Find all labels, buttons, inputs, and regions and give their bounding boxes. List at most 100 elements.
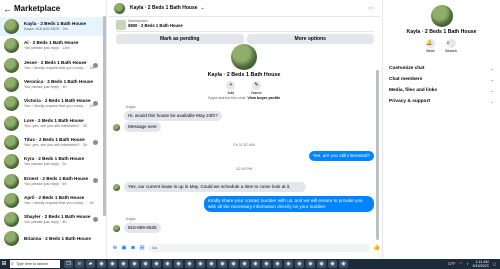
add-label: Add bbox=[227, 91, 235, 95]
chrome-icon[interactable]: ◉ bbox=[97, 260, 106, 268]
add-action[interactable]: + Add bbox=[226, 81, 236, 95]
chrome-icon[interactable]: ◉ bbox=[284, 260, 293, 268]
chrome-icon[interactable]: ◉ bbox=[218, 260, 227, 268]
conversation-item[interactable]: Shayler · 2 Beds 1 Bath House You please … bbox=[0, 210, 106, 229]
customize-chat-row[interactable]: Customize chat ⌄ bbox=[383, 63, 500, 74]
conversation-scrollbar[interactable] bbox=[103, 16, 106, 216]
notification-icon[interactable]: ▢ bbox=[493, 262, 496, 266]
sender-avatar[interactable] bbox=[113, 124, 120, 131]
conversation-item[interactable]: Veronica · 2 Beds 1 Bath House You please… bbox=[0, 75, 106, 94]
conversation-name: Brianna · 2 Beds 1 Bath House bbox=[24, 235, 91, 241]
chat-avatar[interactable] bbox=[114, 2, 125, 14]
outgoing-message[interactable]: Yes, are you still interested? bbox=[308, 151, 374, 161]
task-view-icon[interactable]: ❐ bbox=[64, 260, 73, 268]
conversation-list: Kayla · 2 Beds 1 Bath House Kayla: 816-69… bbox=[0, 17, 106, 249]
conversation-item[interactable]: Jesse · 2 Beds 1 Bath House You: I kindly… bbox=[0, 56, 106, 75]
chrome-icon[interactable]: ◉ bbox=[141, 260, 150, 268]
wifi-icon[interactable]: ◠ bbox=[459, 262, 462, 266]
listing-thumbnail bbox=[116, 20, 126, 30]
mute-action[interactable]: 🔔 Mute bbox=[425, 39, 435, 53]
outgoing-message[interactable]: Kindly share your contact number with us… bbox=[204, 196, 374, 212]
chrome-icon[interactable]: ◉ bbox=[240, 260, 249, 268]
conversation-text: Brianna · 2 Beds 1 Bath House bbox=[24, 236, 102, 242]
clock[interactable]: 1:14 AM 5/15/2023 bbox=[473, 260, 489, 268]
chevron-down-icon: ⌄ bbox=[490, 88, 494, 93]
chrome-icon[interactable]: ◉ bbox=[306, 260, 315, 268]
chrome-icon[interactable]: ◉ bbox=[152, 260, 161, 268]
privacy-support-row[interactable]: Privacy & support ⌄ bbox=[383, 96, 500, 107]
more-options-button[interactable]: More options bbox=[246, 34, 374, 44]
folder-icon[interactable]: ▰ bbox=[86, 260, 95, 268]
seen-avatar bbox=[93, 62, 98, 68]
chrome-icon[interactable]: ◉ bbox=[262, 260, 271, 268]
chat-members-row[interactable]: Chat members ⌄ bbox=[383, 74, 500, 85]
edge-icon[interactable]: e bbox=[75, 260, 84, 268]
conversation-avatar bbox=[4, 96, 19, 112]
sender-avatar[interactable] bbox=[113, 184, 120, 191]
composer: ⊕ ▣ ◙ ▤ Aa 👍 bbox=[108, 243, 380, 253]
view-buyer-profile-link[interactable]: View buyer profile bbox=[247, 96, 280, 100]
sticker-icon[interactable]: ◙ bbox=[130, 245, 136, 251]
info-avatar[interactable] bbox=[430, 5, 453, 27]
conversation-item[interactable]: Victoria · 2 Beds 1 Bath House You: I kin… bbox=[0, 94, 106, 113]
image-icon[interactable]: ▣ bbox=[121, 245, 127, 251]
chrome-icon[interactable]: ◉ bbox=[328, 260, 337, 268]
chrome-icon[interactable]: ◉ bbox=[163, 260, 172, 268]
chrome-icon[interactable]: ◉ bbox=[317, 260, 326, 268]
conversation-text: Jesse · 2 Beds 1 Bath House You: I kindly… bbox=[24, 60, 102, 71]
conversation-item[interactable]: Kyra · 2 Beds 1 Bath House You please jus… bbox=[0, 152, 106, 171]
chrome-icon[interactable]: ◉ bbox=[295, 260, 304, 268]
chat-title[interactable]: Kayla · 2 Beds 1 Bath House bbox=[130, 5, 198, 11]
chat-scrollbar[interactable] bbox=[376, 70, 379, 240]
sender-avatar[interactable] bbox=[113, 225, 120, 232]
info-name: Kayla · 2 Beds 1 Bath House bbox=[406, 29, 477, 35]
info-actions: 🔔 Mute ⌕ Search bbox=[383, 39, 500, 53]
conversation-text: Titus · 2 Beds 1 Bath House You: yes, are… bbox=[24, 137, 102, 148]
windows-start-icon[interactable]: ⊞ bbox=[0, 259, 8, 269]
conversation-item[interactable]: Brianna · 2 Beds 1 Bath House bbox=[0, 229, 106, 248]
gif-icon[interactable]: ▤ bbox=[139, 245, 145, 251]
back-arrow-icon[interactable]: ← bbox=[3, 4, 12, 14]
taskbar-search[interactable]: Type here to search bbox=[10, 260, 60, 268]
more-icon[interactable]: ⋯ bbox=[367, 4, 374, 12]
chrome-icon[interactable]: ◉ bbox=[339, 260, 348, 268]
name-action[interactable]: ✎ Name bbox=[251, 81, 262, 95]
media-files-links-label: Media, files and links bbox=[389, 88, 437, 93]
chrome-icon[interactable]: ◉ bbox=[119, 260, 128, 268]
conversation-avatar bbox=[4, 77, 19, 93]
conversation-item[interactable]: April · 2 Beds 1 Bath House You: I kindly… bbox=[0, 191, 106, 210]
chrome-icon[interactable]: ◉ bbox=[130, 260, 139, 268]
chrome-icon[interactable]: ◉ bbox=[207, 260, 216, 268]
profile-avatar[interactable] bbox=[231, 44, 257, 70]
conversation-item[interactable]: Titus · 2 Beds 1 Bath House You: yes, are… bbox=[0, 133, 106, 152]
media-files-links-row[interactable]: Media, files and links ⌄ bbox=[383, 85, 500, 96]
pencil-icon: ✎ bbox=[251, 81, 261, 90]
conversation-item[interactable]: Kayla · 2 Beds 1 Bath House Kayla: 816-69… bbox=[0, 17, 106, 37]
weather-temp[interactable]: 72°F bbox=[448, 262, 456, 266]
volume-icon[interactable]: ◖ bbox=[466, 262, 468, 266]
like-icon[interactable]: 👍 bbox=[373, 245, 380, 251]
chrome-icon[interactable]: ◉ bbox=[108, 260, 117, 268]
chrome-icon[interactable]: ◉ bbox=[251, 260, 260, 268]
conversation-item[interactable]: Ai · 2 Beds 1 Bath House You please just … bbox=[0, 36, 106, 55]
message-sender: Kayla bbox=[126, 217, 136, 221]
chrome-icon[interactable]: ◉ bbox=[174, 260, 183, 268]
chrome-icon[interactable]: ◉ bbox=[196, 260, 205, 268]
chevron-down-icon[interactable]: ⌄ bbox=[201, 5, 205, 11]
incoming-message[interactable]: Hi, would this house be available May 24… bbox=[124, 111, 222, 121]
message-input[interactable]: Aa bbox=[148, 244, 370, 252]
incoming-message[interactable]: 816-699-6525 bbox=[124, 223, 161, 233]
conversation-item[interactable]: Lore · 2 Beds 1 Bath House You: yes, are … bbox=[0, 113, 106, 132]
chrome-icon[interactable]: ◉ bbox=[229, 260, 238, 268]
chrome-icon[interactable]: ◉ bbox=[185, 260, 194, 268]
conversation-avatar bbox=[4, 212, 19, 228]
mark-as-pending-button[interactable]: Mark as pending bbox=[116, 34, 244, 44]
incoming-message[interactable]: Yes, our current lease is up in May. Cou… bbox=[124, 182, 306, 192]
plus-icon[interactable]: ⊕ bbox=[112, 245, 118, 251]
conversation-item[interactable]: Ernest · 2 Beds 1 Bath House You please j… bbox=[0, 171, 106, 190]
conversation-preview: You please just reply · 4h bbox=[24, 220, 67, 225]
incoming-message[interactable]: Message sent bbox=[124, 122, 161, 132]
listing-card[interactable]: Marketplace $900 · 2 Beds 1 Bath House bbox=[116, 19, 374, 32]
chrome-icon[interactable]: ◉ bbox=[273, 260, 282, 268]
search-action[interactable]: ⌕ Search bbox=[445, 39, 457, 53]
